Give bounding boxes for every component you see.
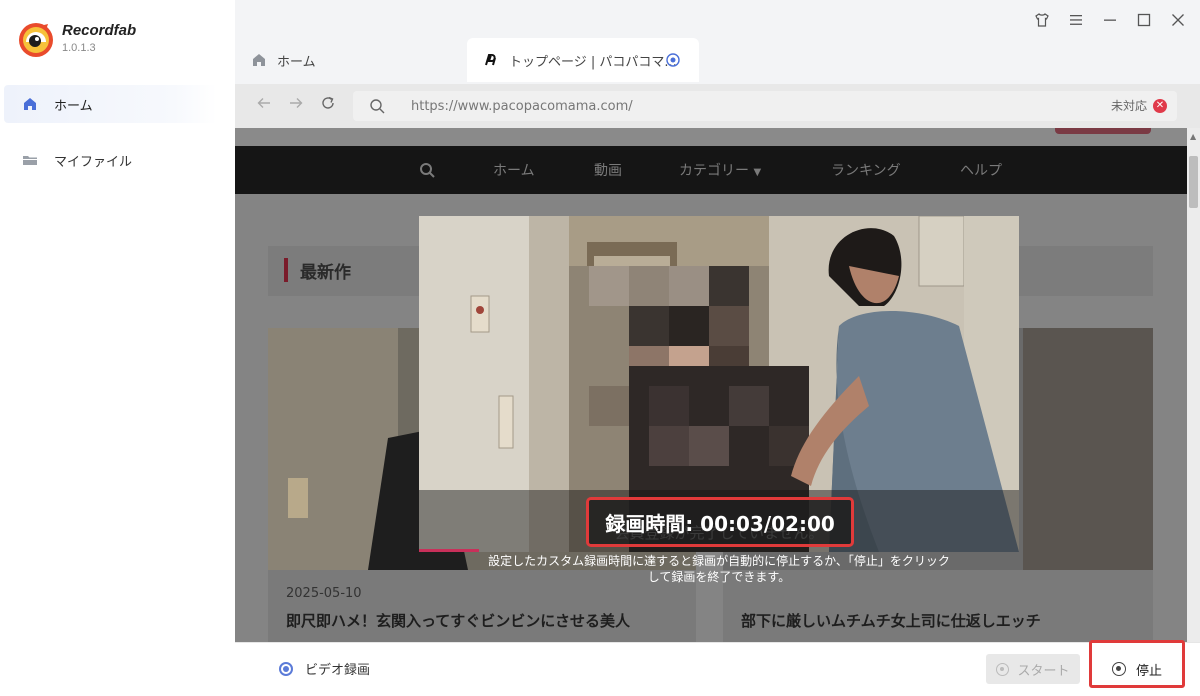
unsupported-label: 未対応 xyxy=(1110,99,1147,113)
stop-record-icon xyxy=(1111,662,1126,676)
folder-icon xyxy=(23,156,37,165)
minimize-icon xyxy=(1104,19,1116,21)
video-title: 部下に厳しいムチムチ女上司に仕返しエッチ xyxy=(741,612,1041,630)
page-scrollbar[interactable]: ▲ xyxy=(1187,128,1200,642)
sidebar: Recordfab 1.0.1.3 ホーム マイファイル xyxy=(0,0,235,696)
recording-description-line: 設定したカスタム録画時間に達すると録画が自動的に停止するか、「停止」をクリック xyxy=(488,554,950,568)
menu-button[interactable] xyxy=(1066,10,1086,30)
site-nav-category[interactable]: カテゴリー ▼ xyxy=(679,160,761,180)
site-nav-help[interactable]: ヘルプ xyxy=(960,160,1002,180)
stop-button-label: 停止 xyxy=(1135,663,1162,679)
app-name: Recordfab xyxy=(62,22,137,39)
sidebar-item-my-files[interactable]: マイファイル xyxy=(4,141,217,179)
radio-selected-icon xyxy=(279,661,293,676)
video-record-mode[interactable]: ビデオ録画 xyxy=(279,659,370,678)
tab-bar: ホーム トップページ | パコパコマ... xyxy=(235,0,1200,84)
recording-indicator-icon xyxy=(666,53,680,71)
forward-button[interactable] xyxy=(289,96,303,114)
menu-icon xyxy=(1070,15,1082,25)
tab-pacopacomama[interactable]: トップページ | パコパコマ... xyxy=(467,38,699,82)
video-date: 2025-05-10 xyxy=(286,586,362,601)
url-field[interactable]: https://www.pacopacomama.com/ 未対応 ✕ xyxy=(353,91,1177,121)
site-nav-ranking[interactable]: ランキング xyxy=(831,160,901,180)
maximize-button[interactable] xyxy=(1134,10,1154,30)
unsupported-badge: 未対応 ✕ xyxy=(1111,97,1167,114)
shirt-icon xyxy=(1035,13,1049,27)
video-progress-bar[interactable] xyxy=(419,549,479,552)
skin-button[interactable] xyxy=(1032,10,1052,30)
site-favicon xyxy=(485,54,496,66)
close-icon xyxy=(1172,14,1184,26)
home-icon xyxy=(253,54,265,66)
search-icon xyxy=(370,99,385,114)
recording-time-label: 録画時間: 00:03/02:00 xyxy=(605,511,835,536)
scroll-up-arrow-icon[interactable]: ▲ xyxy=(1190,132,1196,141)
search-icon xyxy=(420,163,435,178)
recordfab-logo-icon xyxy=(19,23,53,57)
tab-label: ホーム xyxy=(277,54,316,70)
site-header-strip xyxy=(235,128,1187,146)
sidebar-item-label: マイファイル xyxy=(54,154,133,170)
site-nav-home[interactable]: ホーム xyxy=(493,160,535,180)
close-circle-icon: ✕ xyxy=(1153,98,1167,113)
scrollbar-thumb[interactable] xyxy=(1189,156,1198,208)
video-title: 即尺即ハメ！玄関入ってすぐビンビンにさせる美人 xyxy=(286,612,630,630)
recording-time-display: 録画時間: 00:03/02:00 xyxy=(586,497,854,547)
address-bar: https://www.pacopacomama.com/ 未対応 ✕ xyxy=(235,84,1200,128)
home-icon xyxy=(24,98,36,110)
window-controls xyxy=(1032,10,1188,30)
start-button-label: スタート xyxy=(1017,663,1070,679)
record-icon xyxy=(996,662,1010,676)
arrow-left-icon xyxy=(257,98,270,108)
site-nav-category-label: カテゴリー xyxy=(679,163,749,179)
recording-control-bar: ビデオ録画 スタート 停止 xyxy=(235,640,1200,696)
site-nav-videos[interactable]: 動画 xyxy=(594,160,622,180)
recording-description-line: して録画を終了できます。 xyxy=(647,570,791,584)
video-record-label: ビデオ録画 xyxy=(305,663,371,678)
site-nav: ホーム 動画 カテゴリー ▼ ランキング ヘルプ xyxy=(235,146,1187,194)
maximize-icon xyxy=(1137,13,1151,27)
arrow-right-icon xyxy=(290,98,303,108)
app-version: 1.0.1.3 xyxy=(62,42,96,54)
stop-button[interactable]: 停止 xyxy=(1097,654,1177,684)
close-button[interactable] xyxy=(1168,10,1188,30)
site-header-button xyxy=(1055,128,1151,134)
url-text: https://www.pacopacomama.com/ xyxy=(411,98,633,114)
caret-down-icon: ▼ xyxy=(753,167,762,178)
reload-button[interactable] xyxy=(321,96,335,114)
start-button[interactable]: スタート xyxy=(986,654,1080,684)
recording-description: 設定したカスタム録画時間に達すると録画が自動的に停止するか、「停止」をクリック … xyxy=(419,553,1019,585)
back-button[interactable] xyxy=(257,96,271,114)
tab-label: トップページ | パコパコマ... xyxy=(509,54,677,70)
minimize-button[interactable] xyxy=(1100,10,1120,30)
reload-icon xyxy=(322,96,334,109)
app-logo: Recordfab 1.0.1.3 xyxy=(18,22,136,58)
section-accent-bar xyxy=(284,258,288,282)
sidebar-item-label: ホーム xyxy=(54,98,93,114)
section-title: 最新作 xyxy=(300,263,351,283)
sidebar-item-home[interactable]: ホーム xyxy=(4,85,217,123)
tab-home[interactable]: ホーム xyxy=(251,38,316,82)
